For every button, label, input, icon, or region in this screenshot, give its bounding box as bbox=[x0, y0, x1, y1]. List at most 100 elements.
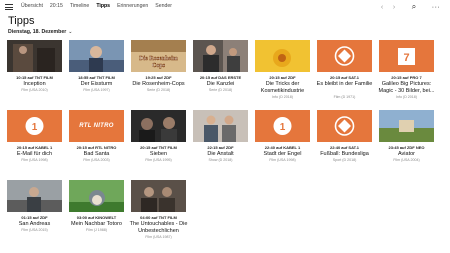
program-image bbox=[69, 40, 124, 72]
tip-genre-year: Sport (D 2018) bbox=[332, 158, 357, 162]
channel-logo-icon bbox=[334, 46, 355, 66]
tip-thumbnail bbox=[7, 40, 62, 72]
tip-title: Sieben bbox=[149, 151, 168, 157]
program-image bbox=[69, 180, 124, 212]
tip-genre-year: Film (USA 1995) bbox=[145, 158, 172, 162]
program-image bbox=[255, 40, 310, 72]
tip-card[interactable]: 22:40 auf SAT.1 Fußball: Bundesliga Sport … bbox=[317, 110, 372, 176]
tab-timeline[interactable]: Timeline bbox=[70, 3, 89, 9]
tip-card[interactable]: 1 20:15 auf KABEL 1 E-Mail für dich Film (U… bbox=[7, 110, 62, 176]
date-selector[interactable]: Dienstag, 18. Dezember ⌄ bbox=[8, 29, 72, 35]
title-bar: Übersicht 20:15 Timeline Tipps Erinnerun… bbox=[0, 0, 450, 14]
tip-genre-year: Info (D 2018) bbox=[396, 95, 417, 99]
date-label: Dienstag, 18. Dezember bbox=[8, 29, 67, 35]
svg-text:1: 1 bbox=[32, 122, 38, 133]
tip-time-channel: 20:15 auf PRO 7 bbox=[391, 75, 422, 80]
tip-card[interactable]: 01:15 auf ZDF San Andreas Film (USA 2015) bbox=[7, 180, 62, 246]
tab-uebersicht[interactable]: Übersicht bbox=[21, 3, 43, 9]
tip-card[interactable]: 10:15 auf TNT FILM Inception Film (USA 201… bbox=[7, 40, 62, 106]
tip-time-channel: 22:40 auf SAT.1 bbox=[329, 145, 360, 150]
hamburger-menu-icon[interactable] bbox=[5, 4, 13, 10]
tip-card[interactable]: 03:00 auf KINOWELT Mein Nachbar Totoro Fil… bbox=[69, 180, 124, 246]
tip-card[interactable]: RTL NITRO 20:15 auf RTL NITRO Bad Santa Fil… bbox=[69, 110, 124, 176]
tip-title: E-Mail für dich bbox=[16, 151, 53, 157]
tip-thumbnail: 1 bbox=[255, 110, 310, 142]
tip-title: Galileo Big Pictures: Magic - 30 Bilder,… bbox=[378, 81, 435, 94]
tip-title: The Untouchables - Die Unbestechlichen bbox=[129, 221, 188, 234]
tip-genre-year: Info (D 2018) bbox=[272, 95, 293, 99]
tip-time-channel: 20:15 auf DAS ERSTE bbox=[199, 75, 242, 80]
tip-genre-year: Film (D 1971) bbox=[333, 95, 356, 99]
tip-card[interactable]: 20:15 auf SAT.1 Es bleibt in der Familie F… bbox=[317, 40, 372, 106]
back-icon[interactable]: ‹ bbox=[376, 4, 388, 11]
channel-logo-text: RTL NITRO bbox=[79, 123, 114, 129]
program-image: Die RosenheimCops bbox=[131, 40, 186, 72]
channel-logo-icon: 7 bbox=[398, 48, 415, 65]
tip-title: Stadt der Engel bbox=[263, 151, 302, 157]
program-image bbox=[131, 110, 186, 142]
tip-title: Der Eissturm bbox=[80, 81, 113, 87]
tip-title: Die Tricks der Kosmetikindustrie bbox=[260, 81, 305, 94]
tip-card[interactable]: 23:45 auf ZDF NEO Aviator Film (USA 2004) bbox=[379, 110, 434, 176]
tip-time-channel: 20:15 auf SAT.1 bbox=[329, 75, 360, 80]
program-image bbox=[193, 40, 248, 72]
program-image bbox=[7, 40, 62, 72]
tip-thumbnail: 1 bbox=[7, 110, 62, 142]
tip-card[interactable]: 20:15 auf TNT FILM Sieben Film (USA 1995) bbox=[131, 110, 186, 176]
forward-icon[interactable]: › bbox=[388, 4, 400, 11]
tip-card[interactable]: 22:15 auf ZDF Die Anstalt Show (D 2018) bbox=[193, 110, 248, 176]
tip-card[interactable]: 7 20:15 auf PRO 7 Galileo Big Pictures: Ma… bbox=[379, 40, 434, 106]
tip-card[interactable]: 20:15 auf DAS ERSTE Die Kanzlei Serie (D 2… bbox=[193, 40, 248, 106]
tip-time-channel: 23:45 auf ZDF NEO bbox=[388, 145, 425, 150]
program-image bbox=[131, 180, 186, 212]
tip-genre-year: Film (USA 1998) bbox=[269, 158, 296, 162]
channel-logo-icon: 1 bbox=[25, 117, 44, 135]
tip-thumbnail bbox=[379, 110, 434, 142]
channel-logo-icon: 1 bbox=[273, 117, 292, 135]
svg-text:1: 1 bbox=[280, 122, 286, 133]
tab-erinnerungen[interactable]: Erinnerungen bbox=[117, 3, 148, 9]
tip-card[interactable]: 1 22:40 auf KABEL 1 Stadt der Engel Film (U… bbox=[255, 110, 310, 176]
tip-time-channel: 22:15 auf ZDF bbox=[207, 145, 234, 150]
tip-genre-year: Serie (D 2018) bbox=[146, 88, 171, 92]
tip-genre-year: Film (USA 1998) bbox=[21, 158, 48, 162]
tip-title: Inception bbox=[23, 81, 46, 87]
tip-title: Die Kanzlei bbox=[206, 81, 235, 87]
toolbar-right: ‹ › ⌕ ··· bbox=[376, 2, 442, 12]
tip-title: San Andreas bbox=[18, 221, 51, 227]
program-image bbox=[7, 180, 62, 212]
search-icon[interactable]: ⌕ bbox=[408, 2, 420, 12]
tip-time-channel: 18:55 auf TNT FILM bbox=[78, 75, 115, 80]
tip-card[interactable]: Die Rosenheim Cops 19:25 auf ZDF Die Rosenh… bbox=[131, 40, 186, 106]
tip-title: Bad Santa bbox=[83, 151, 110, 157]
tip-genre-year: Film (USA 2004) bbox=[393, 158, 420, 162]
tip-title: Die Rosenheim-Cops bbox=[132, 81, 185, 87]
tip-thumbnail bbox=[131, 110, 186, 142]
svg-text:Die Rosenheim: Die Rosenheim bbox=[139, 56, 178, 62]
tip-card[interactable]: 20:15 auf ZDF Die Tricks der Kosmetikindu… bbox=[255, 40, 310, 106]
tip-card[interactable]: 18:55 auf TNT FILM Der Eissturm Film (USA … bbox=[69, 40, 124, 106]
tip-time-channel: 20:15 auf TNT FILM bbox=[140, 145, 177, 150]
tip-title: Es bleibt in der Familie bbox=[316, 81, 373, 87]
tip-title: Mein Nachbar Totoro bbox=[71, 221, 122, 227]
tip-genre-year: Film (USA 2015) bbox=[21, 228, 48, 232]
tip-thumbnail bbox=[255, 40, 310, 72]
tip-time-channel: 01:15 auf ZDF bbox=[21, 215, 48, 220]
tip-title: Fußball: Bundesliga bbox=[320, 151, 369, 157]
tip-card[interactable]: 04:00 auf TNT FILM The Untouchables - Die… bbox=[129, 180, 188, 246]
tab-2015[interactable]: 20:15 bbox=[50, 3, 63, 9]
more-icon[interactable]: ··· bbox=[430, 4, 442, 11]
tab-tipps[interactable]: Tipps bbox=[96, 3, 110, 9]
tip-thumbnail: RTL NITRO bbox=[69, 110, 124, 142]
tip-genre-year: Film (USA 2010) bbox=[21, 88, 48, 92]
tab-sender[interactable]: Sender bbox=[155, 3, 172, 9]
channel-logo-icon bbox=[334, 116, 355, 136]
tip-time-channel: 22:40 auf KABEL 1 bbox=[264, 145, 301, 150]
tip-genre-year: Film (J 1988) bbox=[86, 228, 107, 232]
chevron-down-icon: ⌄ bbox=[68, 29, 73, 35]
tip-title: Aviator bbox=[397, 151, 416, 157]
tip-thumbnail bbox=[69, 40, 124, 72]
top-navigation: Übersicht 20:15 Timeline Tipps Erinnerun… bbox=[21, 3, 179, 9]
tip-genre-year: Film (USA 2003) bbox=[83, 158, 110, 162]
page-title: Tipps bbox=[8, 15, 35, 27]
